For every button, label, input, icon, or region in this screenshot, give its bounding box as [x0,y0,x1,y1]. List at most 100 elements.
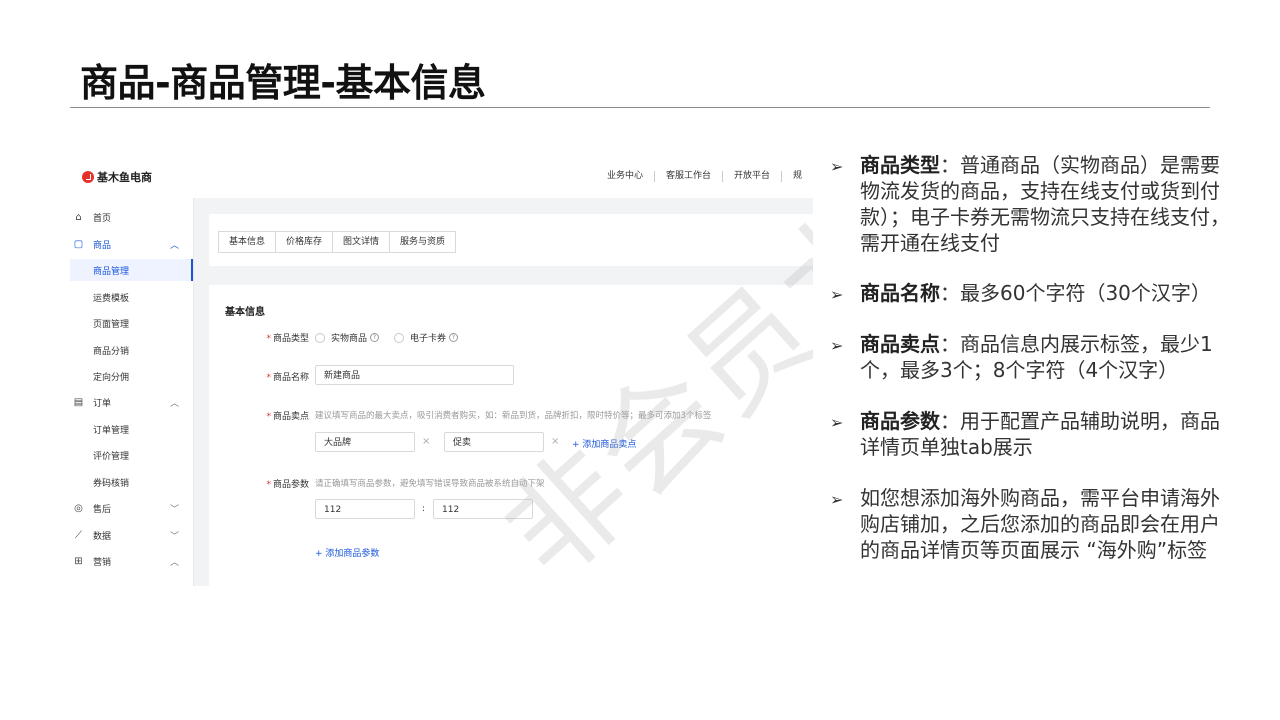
sidebar-item-label: 商品管理 [93,266,130,277]
sidebar-item-orders[interactable]: ▤ 订单 ︿ [70,391,193,413]
sidebar-item-home[interactable]: ⌂ 首页 [70,206,193,228]
slide-title: 商品-商品管理-基本信息 [80,61,486,105]
sidebar-item-label: 售后 [93,504,112,515]
sidebar-item-label: 数据 [93,531,112,542]
field-label-text: 商品名称 [272,373,309,383]
brand-name: 基木鱼电商 [97,171,152,184]
sidebar-item-label: 订单 [93,398,112,409]
bullet-body: ：最多60个字符（30个汉字） [940,281,1211,305]
field-label-params: * 商品参数 [229,477,309,490]
chevron-up-icon: ︿ [170,240,180,251]
required-mark: * [266,373,271,383]
home-icon: ⌂ [75,211,82,223]
arrow-bullet-icon: ➢ [830,413,844,432]
sidebar-item-directed-commission[interactable]: 定向分佣 [70,365,193,387]
sidebar-item-review-management[interactable]: 评价管理 [70,444,193,466]
sidebar-item-goods-distribution[interactable]: 商品分销 [70,339,193,361]
field-label-name: * 商品名称 [229,370,309,383]
tab-bar: 基本信息 价格库存 图文详情 服务与资质 [218,231,457,253]
params-hint: 请正确填写商品参数，避免填写错误导致商品被系统自动下架 [315,479,545,489]
field-label-text: 商品类型 [272,334,309,344]
chevron-down-icon: ﹀ [170,504,180,515]
radio-physical-goods[interactable]: 实物商品 ? [315,331,380,344]
arrow-bullet-icon: ➢ [830,285,844,304]
bullet-heading: 商品卖点 [860,332,940,356]
remove-icon[interactable]: × [422,436,430,447]
required-mark: * [266,480,271,490]
after-sale-icon: ◎ [74,502,83,514]
selling-point-input-1[interactable]: 大品牌 [315,432,415,452]
top-nav: 业务中心 客服工作台 开放平台 规 [596,171,813,182]
topnav-open-platform[interactable]: 开放平台 [721,171,781,182]
required-mark: * [266,412,271,422]
topnav-rules[interactable]: 规 [780,171,813,182]
radio-circle[interactable] [394,332,404,343]
sidebar-item-label: 首页 [93,213,112,224]
sidebar-item-freight-template[interactable]: 运费模板 [70,286,193,308]
radio-label: 实物商品 [331,334,368,344]
sidebar-item-label: 券码核销 [93,478,130,489]
sidebar-item-label: 营销 [93,557,112,568]
field-label-type: * 商品类型 [229,331,309,344]
ui-screenshot: 基木鱼电商 业务中心 客服工作台 开放平台 规 ⌂ 首页 ▢ 商品 ︿ 商品管理… [70,152,813,586]
sidebar-item-goods[interactable]: ▢ 商品 ︿ [70,233,193,255]
param-value-input[interactable]: 112 [433,499,533,519]
field-label-text: 商品参数 [272,480,309,490]
bullet-body: 如您想添加海外购商品，需平台申请海外购店铺加，之后您添加的商品即会在用户的商品详… [860,486,1220,562]
arrow-bullet-icon: ➢ [830,157,844,176]
order-icon: ▤ [73,396,84,408]
tab-detail[interactable]: 图文详情 [332,231,391,253]
sidebar-item-after-sales[interactable]: ◎ 售后 ﹀ [70,497,193,519]
title-divider [70,107,1210,108]
sidebar-item-page-management[interactable]: 页面管理 [70,312,193,334]
bag-icon: ▢ [73,238,84,250]
chevron-up-icon: ︿ [170,557,180,568]
bullet-heading: 商品名称 [860,281,940,305]
radio-e-coupon[interactable]: 电子卡券 ? [394,331,459,344]
sidebar-item-data[interactable]: ⟋ 数据 ﹀ [70,524,193,546]
remove-icon[interactable]: × [551,436,559,447]
sidebar-item-goods-management[interactable]: 商品管理 [70,259,193,281]
sidebar-item-coupon-verification[interactable]: 券码核销 [70,471,193,493]
param-key-input[interactable]: 112 [315,499,415,519]
arrow-bullet-icon: ➢ [830,336,844,355]
tab-price-stock[interactable]: 价格库存 [275,231,334,253]
chart-icon: ⟋ [75,529,82,541]
help-icon[interactable]: ? [449,333,459,342]
sidebar-item-label: 商品 [93,240,112,251]
param-separator: : [422,504,426,514]
topnav-service-desk[interactable]: 客服工作台 [653,171,722,182]
sidebar-item-label: 运费模板 [93,293,130,304]
sidebar-item-label: 评价管理 [93,451,130,462]
tab-basic-info[interactable]: 基本信息 [218,231,277,253]
selling-point-input-2[interactable]: 促卖 [444,432,544,452]
sidebar-item-label: 商品分销 [93,346,130,357]
top-bar: 基木鱼电商 业务中心 客服工作台 开放平台 规 [70,152,813,199]
radio-circle[interactable] [315,332,325,343]
tab-service-qualification[interactable]: 服务与资质 [389,231,457,253]
sidebar-item-label: 定向分佣 [93,372,130,383]
selling-point-hint: 建议填写商品的最大卖点，吸引消费者购买，如：新品到货，品牌折扣，限时特价等；最多… [315,411,712,421]
field-label-text: 商品卖点 [272,412,309,422]
bullet-heading: 商品类型 [860,153,940,177]
sidebar: ⌂ 首页 ▢ 商品 ︿ 商品管理 运费模板 页面管理 商品分销 定向分佣 ▤ 订… [70,198,194,586]
goods-name-input[interactable]: 新建商品 [315,365,514,385]
sidebar-item-marketing[interactable]: ⊞ 营销 ︿ [70,550,193,572]
add-selling-point-link[interactable]: + 添加商品卖点 [572,437,636,450]
help-icon[interactable]: ? [370,333,380,342]
arrow-bullet-icon: ➢ [830,490,844,509]
add-param-link[interactable]: + 添加商品参数 [315,546,379,559]
gift-icon: ⊞ [74,555,83,567]
topnav-business-center[interactable]: 业务中心 [596,171,654,182]
section-title: 基本信息 [225,307,265,318]
sidebar-item-order-management[interactable]: 订单管理 [70,418,193,440]
chevron-down-icon: ﹀ [170,531,180,542]
chevron-up-icon: ︿ [170,398,180,409]
brand-logo[interactable]: 基木鱼电商 [82,169,152,185]
sidebar-item-label: 页面管理 [93,319,130,330]
sidebar-item-label: 订单管理 [93,425,130,436]
field-label-selling-point: * 商品卖点 [229,409,309,422]
required-mark: * [266,334,271,344]
brand-logo-icon [82,171,94,183]
radio-label: 电子卡券 [410,334,447,344]
